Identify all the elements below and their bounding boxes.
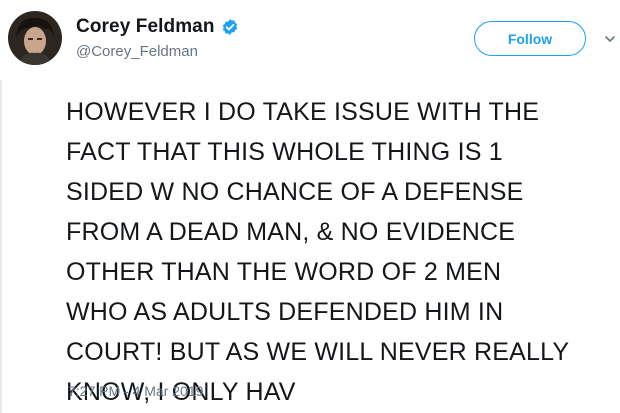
avatar[interactable] (8, 11, 62, 65)
tweet-text: HOWEVER I DO TAKE ISSUE WITH THE FACT TH… (66, 98, 570, 406)
author-name-row[interactable]: Corey Feldman (76, 16, 239, 38)
thread-divider (0, 80, 2, 413)
chevron-down-icon[interactable] (604, 32, 616, 44)
author-handle[interactable]: @Corey_Feldman (76, 43, 198, 60)
tweet-card: Corey Feldman @Corey_Feldman Follow HOWE… (0, 0, 620, 413)
display-name[interactable]: Corey Feldman (76, 16, 215, 38)
tweet-timestamp[interactable]: 7:27 PM - 4 Mar 2019 (68, 383, 203, 399)
verified-badge-icon (221, 18, 239, 36)
follow-button[interactable]: Follow (474, 21, 586, 56)
